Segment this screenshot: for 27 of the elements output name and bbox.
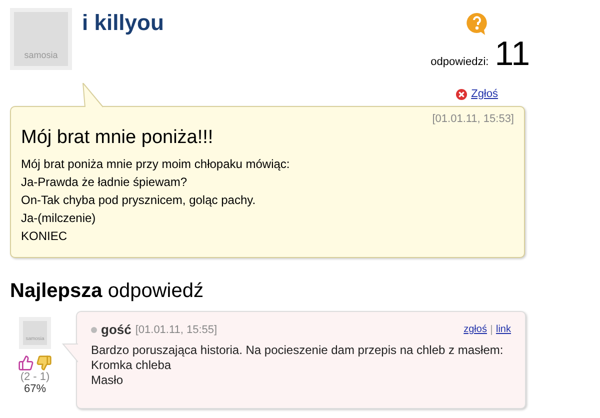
answer-text: Masło: [91, 373, 124, 388]
answer-link[interactable]: zgłoś: [464, 324, 487, 335]
section-heading: Najlepsza odpowiedź: [10, 280, 204, 303]
answer-text: Bardzo poruszająca historia. Na pocieszenie dam przepis na chleb z masłem:: [91, 343, 504, 358]
thumbs-up-icon[interactable]: [18, 355, 34, 371]
question-text: KONIEC: [21, 228, 68, 245]
answer-date: [01.01.11, 15:55]: [135, 324, 218, 336]
answer-link[interactable]: link: [496, 324, 511, 335]
question-title: Mój brat mnie poniża!!!: [21, 127, 214, 149]
close-icon: [456, 88, 468, 100]
author-name[interactable]: i killyou: [82, 10, 164, 36]
vote-count: (2 - 1): [20, 371, 50, 383]
answers-label: odpowiedzi:: [430, 56, 489, 68]
status-dot: [91, 326, 97, 332]
answers-count: 11: [494, 36, 530, 72]
question-text: On-Tak chyba pod prysznicem, goląc pachy.: [21, 192, 257, 209]
avatar-label: samosia: [24, 50, 58, 60]
answer-author: gość: [101, 322, 132, 337]
question-text: Ja-Prawda że ładnie śpiewam?: [21, 174, 188, 191]
question-bubble-icon: [466, 12, 488, 36]
question-text: Ja-(milczenie): [21, 210, 97, 227]
question-date: [01.01.11, 15:53]: [431, 113, 514, 125]
vote-percent: 67%: [24, 383, 46, 395]
question-text: Mój brat poniża mnie przy moim chłopaku mówiąc:: [21, 156, 291, 173]
answer-text: Kromka chleba: [91, 358, 172, 373]
thumbs-down-icon[interactable]: [36, 355, 52, 371]
report-link[interactable]: Zgłoś: [456, 88, 498, 100]
